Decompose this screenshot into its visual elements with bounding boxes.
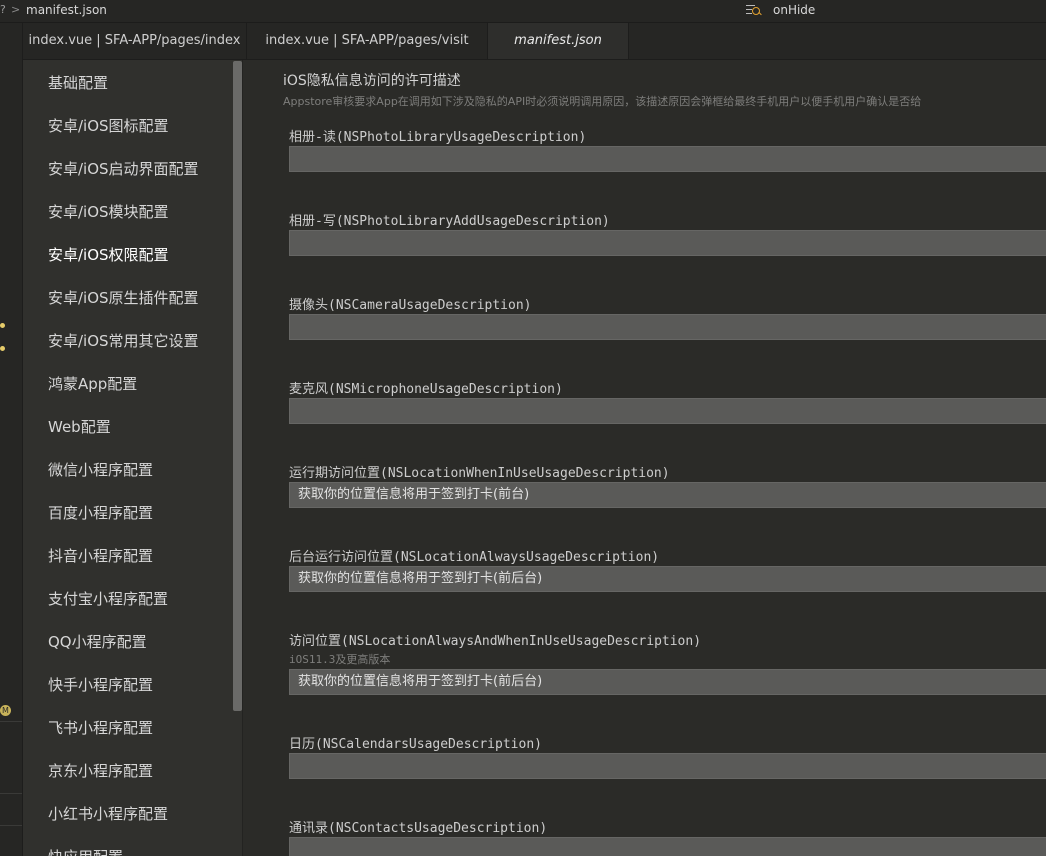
nav-item-basic[interactable]: 基础配置 — [48, 71, 108, 95]
breadcrumb-file[interactable]: manifest.json — [26, 3, 107, 17]
outline-search-icon[interactable] — [746, 3, 762, 17]
tab-label: index.vue | SFA-APP/pages/visit — [265, 33, 469, 48]
nav-item-qq[interactable]: QQ小程序配置 — [48, 630, 147, 654]
contacts-input[interactable] — [289, 837, 1046, 856]
nav-item-weixin[interactable]: 微信小程序配置 — [48, 458, 153, 482]
ide-window: ? > manifest.json onHide M index.vue | S… — [0, 0, 1046, 856]
tab-label: manifest.json — [514, 33, 602, 48]
permissions-panel: iOS隐私信息访问的许可描述 Appstore审核要求App在调用如下涉及隐私的… — [243, 60, 1046, 856]
gutter-divider — [0, 793, 22, 794]
tab-manifest-json[interactable]: manifest.json — [488, 23, 629, 59]
nav-item-splash[interactable]: 安卓/iOS启动界面配置 — [48, 157, 199, 181]
location-when-in-use-input[interactable]: 获取你的位置信息将用于签到打卡(前台) — [289, 482, 1046, 508]
breadcrumb: ? > manifest.json onHide — [0, 0, 1046, 23]
nav-item-modules[interactable]: 安卓/iOS模块配置 — [48, 200, 169, 224]
field-label-photo-write: 相册-写(NSPhotoLibraryAddUsageDescription) — [289, 214, 610, 229]
gutter-divider — [0, 721, 22, 722]
tab-label: index.vue | SFA-APP/pages/index — [28, 33, 241, 48]
nav-item-web[interactable]: Web配置 — [48, 415, 111, 439]
calendars-input[interactable] — [289, 753, 1046, 779]
microphone-input[interactable] — [289, 398, 1046, 424]
tab-index-vue-visit[interactable]: index.vue | SFA-APP/pages/visit — [247, 23, 488, 59]
nav-item-quickapp[interactable]: 快应用配置 — [48, 845, 123, 856]
nav-scrollbar[interactable] — [233, 61, 242, 711]
section-title: iOS隐私信息访问的许可描述 — [283, 73, 461, 89]
nav-item-alipay[interactable]: 支付宝小程序配置 — [48, 587, 168, 611]
field-label-camera: 摄像头(NSCameraUsageDescription) — [289, 298, 532, 313]
breadcrumb-function[interactable]: onHide — [773, 3, 815, 17]
field-label-location-when-in-use: 运行期访问位置(NSLocationWhenInUseUsageDescript… — [289, 466, 670, 481]
nav-item-permissions[interactable]: 安卓/iOS权限配置 — [48, 243, 169, 267]
nav-item-native-plugins[interactable]: 安卓/iOS原生插件配置 — [48, 286, 199, 310]
field-label-location-always: 后台运行访问位置(NSLocationAlwaysUsageDescriptio… — [289, 550, 660, 565]
field-label-location-always-and-when-in-use: 访问位置(NSLocationAlwaysAndWhenInUseUsageDe… — [289, 634, 702, 649]
photo-write-input[interactable] — [289, 230, 1046, 256]
nav-item-other-settings[interactable]: 安卓/iOS常用其它设置 — [48, 329, 199, 353]
location-always-input[interactable]: 获取你的位置信息将用于签到打卡(前后台) — [289, 566, 1046, 592]
nav-item-jd[interactable]: 京东小程序配置 — [48, 759, 153, 783]
location-always-and-when-in-use-input[interactable]: 获取你的位置信息将用于签到打卡(前后台) — [289, 669, 1046, 695]
camera-input[interactable] — [289, 314, 1046, 340]
field-label-contacts: 通讯录(NSContactsUsageDescription) — [289, 821, 548, 836]
field-label-calendars: 日历(NSCalendarsUsageDescription) — [289, 737, 542, 752]
field-label-photo-read: 相册-读(NSPhotoLibraryUsageDescription) — [289, 130, 587, 145]
nav-item-feishu[interactable]: 飞书小程序配置 — [48, 716, 153, 740]
breadcrumb-arrow[interactable]: ? — [0, 3, 6, 16]
modified-dot-icon — [0, 346, 5, 351]
tab-index-vue-index[interactable]: index.vue | SFA-APP/pages/index — [23, 23, 247, 59]
editor-gutter: M — [0, 23, 23, 856]
nav-item-douyin[interactable]: 抖音小程序配置 — [48, 544, 153, 568]
nav-item-harmony[interactable]: 鸿蒙App配置 — [48, 372, 137, 396]
section-description: Appstore审核要求App在调用如下涉及隐私的API时必须说明调用原因，该描… — [283, 95, 922, 108]
photo-read-input[interactable] — [289, 146, 1046, 172]
editor-tabs: index.vue | SFA-APP/pages/index index.vu… — [23, 23, 1046, 60]
modified-badge-icon: M — [0, 705, 11, 716]
nav-item-baidu[interactable]: 百度小程序配置 — [48, 501, 153, 525]
field-label-microphone: 麦克风(NSMicrophoneUsageDescription) — [289, 382, 563, 397]
nav-item-xiaohongshu[interactable]: 小红书小程序配置 — [48, 802, 168, 826]
nav-item-kuaishou[interactable]: 快手小程序配置 — [48, 673, 153, 697]
nav-item-app-icon[interactable]: 安卓/iOS图标配置 — [48, 114, 169, 138]
gutter-divider — [0, 825, 22, 826]
modified-dot-icon — [0, 323, 5, 328]
field-hint-ios-version: iOS11.3及更高版本 — [289, 653, 391, 666]
chevron-right-icon: > — [11, 3, 21, 16]
settings-nav: 基础配置 安卓/iOS图标配置 安卓/iOS启动界面配置 安卓/iOS模块配置 … — [23, 60, 242, 856]
